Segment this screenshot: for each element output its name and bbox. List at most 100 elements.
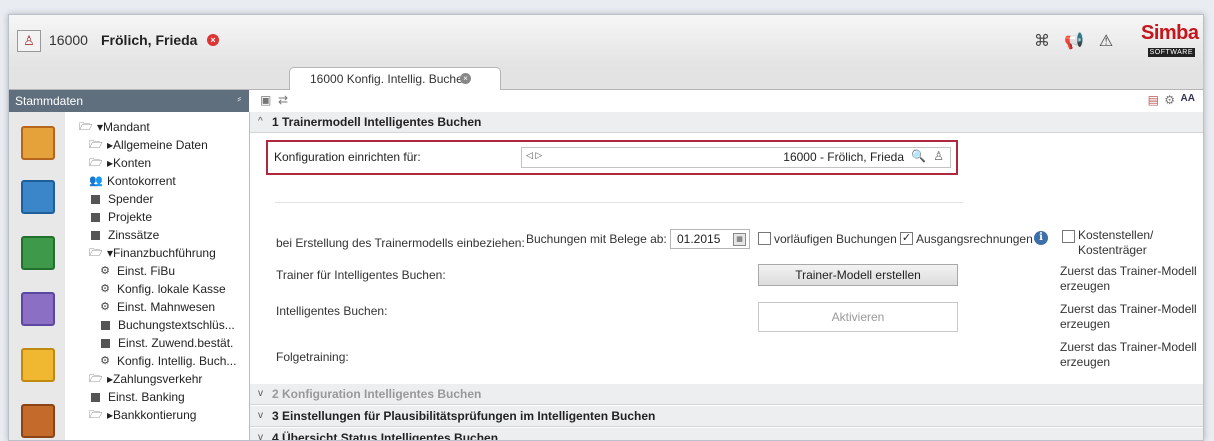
module-icon-column xyxy=(9,112,66,440)
square-icon xyxy=(101,320,110,330)
pin-icon[interactable]: ⸗ xyxy=(237,93,241,105)
vorlaeufige-buchungen-label: vorläufigen Buchungen xyxy=(774,232,897,246)
tree-item-bankkontierung[interactable]: 🗁 ▸ Bankkontierung xyxy=(89,406,196,424)
checkbox-kostenstellen[interactable] xyxy=(1062,230,1075,243)
square-icon xyxy=(91,230,100,240)
tree-item-einst-banking[interactable]: Einst. Banking xyxy=(89,388,185,406)
user-id: 16000 xyxy=(49,32,88,48)
gear-icon: ⚙ xyxy=(100,301,110,313)
follow-training-label: Folgetraining: xyxy=(276,350,349,364)
warning-icon[interactable]: ⚠ xyxy=(1095,30,1117,52)
chart-icon[interactable] xyxy=(21,292,55,326)
save-icon[interactable]: ▣ xyxy=(260,93,271,107)
tree-item-allgemeine-daten[interactable]: 🗁 ▸ Allgemeine Daten xyxy=(89,136,208,154)
config-highlight-box: Konfiguration einrichten für: ◁ ▷ 16000 … xyxy=(266,140,958,175)
section-3-header[interactable]: v 3 Einstellungen für Plausibilitätsprüf… xyxy=(250,406,1203,427)
folder-open-icon: 🗁 xyxy=(79,121,93,133)
section-2-header[interactable]: v 2 Konfiguration Intelligentes Buchen xyxy=(250,384,1203,405)
tab-bar: 16000 Konfig. Intellig. Buchen × xyxy=(9,67,1203,90)
trainer-label: Trainer für Intelligentes Buchen: xyxy=(276,268,446,282)
tab-label: 16000 Konfig. Intellig. Buchen xyxy=(310,72,470,86)
chevron-down-icon: v xyxy=(258,432,263,441)
tree-item-einst-fibu[interactable]: ⚙ Einst. FiBu xyxy=(99,262,175,280)
section-4-header[interactable]: v 4 Übersicht Status Intelligentes Buche… xyxy=(250,428,1203,441)
people-icon: 👥 xyxy=(89,175,103,187)
info-icon[interactable]: i xyxy=(1034,231,1048,245)
tree-item-konfig-intellig-buchen[interactable]: ⚙ Konfig. Intellig. Buch... xyxy=(99,352,236,370)
config-label: Konfiguration einrichten für: xyxy=(274,150,421,164)
people-icon[interactable] xyxy=(21,404,55,438)
square-icon xyxy=(91,194,100,204)
tree-item-spender[interactable]: Spender xyxy=(89,190,153,208)
gear-icon: ⚙ xyxy=(100,265,110,277)
tree-item-konten[interactable]: 🗁 ▸ Konten xyxy=(89,154,151,172)
tree-item-einst-mahnwesen[interactable]: ⚙ Einst. Mahnwesen xyxy=(99,298,215,316)
trainer-note: Zuerst das Trainer-Modell erzeugen xyxy=(1060,264,1197,293)
bookings-from-label: Buchungen mit Belege ab: xyxy=(526,232,667,246)
main-panel: ^ 1 Trainermodell Intelligentes Buchen K… xyxy=(250,112,1203,440)
folder-open-icon: 🗁 xyxy=(89,409,103,421)
folder-open-icon: 🗁 xyxy=(89,373,103,385)
ab-transfer-icon[interactable] xyxy=(21,180,55,214)
chevron-down-icon: v xyxy=(258,388,263,399)
ausgangsrechnungen-label: Ausgangsrechnungen xyxy=(916,232,1033,246)
chevron-down-icon: v xyxy=(258,410,263,421)
square-icon xyxy=(91,392,100,402)
checkbox-ausgangsrechnungen[interactable]: ✓ xyxy=(900,232,913,245)
activate-button[interactable]: Aktivieren xyxy=(758,302,958,332)
app-window: ♙ 16000 Frölich, Frieda × ⌘ 📢 ⚠ Simba SO… xyxy=(8,14,1204,441)
text-size-button[interactable]: AA xyxy=(1181,93,1195,104)
tree-item-buchungstextschluessel[interactable]: Buchungstextschlüs... xyxy=(99,316,235,334)
folder-open-icon: 🗁 xyxy=(89,247,103,259)
screenshare-icon[interactable]: ⌘ xyxy=(1031,30,1053,52)
person-lookup-icon[interactable]: ♙ xyxy=(933,149,944,163)
abacus-icon[interactable] xyxy=(21,126,55,160)
simba-logo: Simba SOFTWARE xyxy=(1141,22,1199,57)
chevron-up-icon: ^ xyxy=(258,116,263,127)
sidebar-header: Stammdaten ⸗ xyxy=(9,90,249,112)
prev-next-arrows-icon[interactable]: ◁ ▷ xyxy=(526,150,542,161)
gear-icon: ⚙ xyxy=(100,283,110,295)
tree-item-zahlungsverkehr[interactable]: 🗁 ▸ Zahlungsverkehr xyxy=(89,370,202,388)
date-value: 01.2015 xyxy=(677,232,721,246)
close-client-icon[interactable]: × xyxy=(207,34,219,46)
sidebar-title: Stammdaten xyxy=(15,94,84,108)
gear-icon: ⚙ xyxy=(100,355,110,367)
square-icon xyxy=(91,212,100,222)
calendar-icon[interactable]: ▦ xyxy=(733,233,746,246)
megaphone-icon[interactable]: 📢 xyxy=(1063,30,1085,52)
toolbar: ▣ ⇄ ▤ ⚙ AA xyxy=(250,90,1203,113)
tree-item-finanzbuchfuehrung[interactable]: 🗁 ▾ Finanzbuchführung xyxy=(89,244,216,262)
org-chart-icon[interactable] xyxy=(21,348,55,382)
refresh-icon[interactable]: ⇄ xyxy=(278,93,288,107)
tab-konfig-intellig-buchen[interactable]: 16000 Konfig. Intellig. Buchen × xyxy=(289,67,501,90)
intelligent-booking-label: Intelligentes Buchen: xyxy=(276,304,388,318)
tree-item-projekte[interactable]: Projekte xyxy=(89,208,152,226)
config-client-value: 16000 - Frölich, Frieda xyxy=(783,150,904,164)
report-icon[interactable]: ▤ xyxy=(1148,93,1159,107)
checkbox-vorlaeufige-buchungen[interactable] xyxy=(758,232,771,245)
section-1-header[interactable]: ^ 1 Trainermodell Intelligentes Buchen xyxy=(250,112,1203,133)
user-icon[interactable]: ♙ xyxy=(17,30,41,52)
top-bar: ♙ 16000 Frölich, Frieda × ⌘ 📢 ⚠ Simba SO… xyxy=(9,15,1203,67)
tab-close-icon[interactable]: × xyxy=(460,73,471,84)
folder-open-icon: 🗁 xyxy=(89,157,103,169)
tree-item-kontokorrent[interactable]: 👥 Kontokorrent xyxy=(89,172,176,190)
tree-item-mandant[interactable]: 🗁 ▾ Mandant xyxy=(79,118,150,136)
include-label: bei Erstellung des Trainermodells einbez… xyxy=(276,236,525,250)
divider xyxy=(275,202,963,203)
follow-training-note: Zuerst das Trainer-Modell erzeugen xyxy=(1060,340,1197,369)
config-client-field[interactable]: ◁ ▷ 16000 - Frölich, Frieda 🔍 ♙ xyxy=(521,147,951,168)
kostenstellen-label: Kostenstellen/ Kostenträger xyxy=(1078,228,1154,257)
search-icon[interactable]: 🔍 xyxy=(911,149,926,163)
user-name: Frölich, Frieda xyxy=(101,32,198,48)
bank-icon[interactable] xyxy=(21,236,55,270)
tree-item-konfig-lokale-kasse[interactable]: ⚙ Konfig. lokale Kasse xyxy=(99,280,226,298)
date-input[interactable]: 01.2015 ▦ xyxy=(670,229,750,249)
tree-item-einst-zuwend[interactable]: Einst. Zuwend.bestät. xyxy=(99,334,233,352)
square-icon xyxy=(101,338,110,348)
activate-note: Zuerst das Trainer-Modell erzeugen xyxy=(1060,302,1197,331)
settings-icon[interactable]: ⚙ xyxy=(1164,93,1175,107)
tree-item-zinssaetze[interactable]: Zinssätze xyxy=(89,226,159,244)
create-trainer-model-button[interactable]: Trainer-Modell erstellen xyxy=(758,264,958,286)
